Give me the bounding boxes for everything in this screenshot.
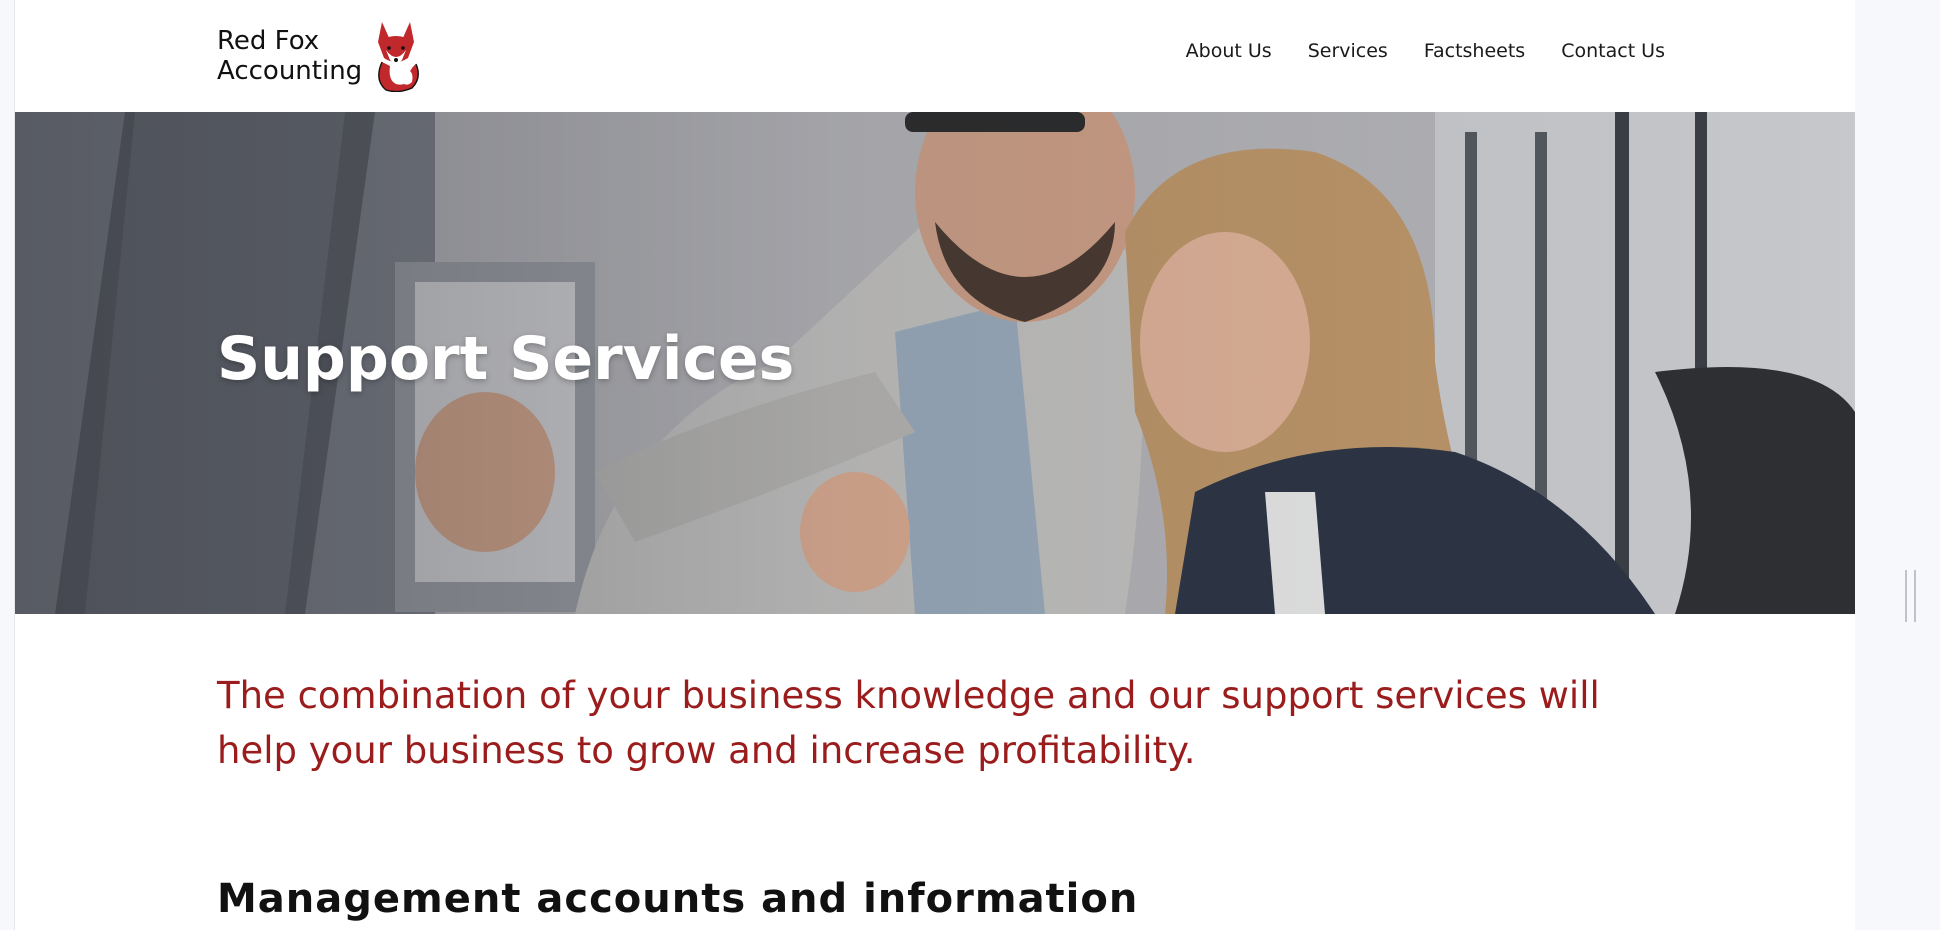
main-nav: About Us Services Factsheets Contact Us <box>1186 40 1665 62</box>
scrollbar-thumb[interactable] <box>1905 570 1916 622</box>
logo-link[interactable]: Red Fox Accounting <box>217 20 424 92</box>
section-heading: Management accounts and information <box>217 876 1139 922</box>
nav-about-us[interactable]: About Us <box>1186 40 1272 62</box>
nav-contact-us[interactable]: Contact Us <box>1561 40 1665 62</box>
fox-icon <box>378 22 420 92</box>
nav-services[interactable]: Services <box>1308 40 1388 62</box>
logo-text: Red Fox Accounting <box>217 26 362 86</box>
nav-factsheets[interactable]: Factsheets <box>1424 40 1525 62</box>
site-header: Red Fox Accounting About Us Services Fac… <box>15 0 1855 112</box>
logo-line-1: Red Fox <box>217 26 320 56</box>
page: Red Fox Accounting About Us Services Fac… <box>14 0 1855 930</box>
page-title: Support Services <box>217 324 795 394</box>
scrollbar[interactable] <box>1896 0 1920 930</box>
logo-line-2: Accounting <box>217 56 363 86</box>
intro-text: The combination of your business knowled… <box>217 674 1600 772</box>
hero-banner: Support Services <box>15 112 1855 614</box>
